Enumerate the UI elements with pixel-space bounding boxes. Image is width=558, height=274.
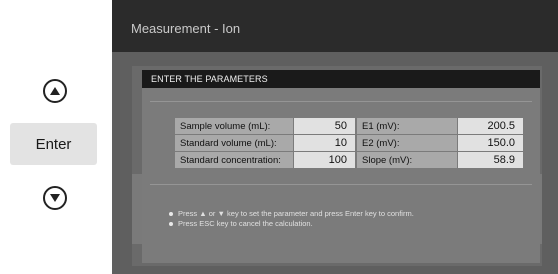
dialog-title: ENTER THE PARAMETERS — [151, 74, 268, 84]
param-value[interactable]: 100 — [294, 152, 355, 168]
param-label: Slope (mV): — [357, 152, 457, 168]
bullet-icon — [169, 211, 173, 216]
divider — [150, 184, 532, 185]
down-button[interactable] — [43, 186, 67, 210]
keypad: Enter — [0, 0, 112, 274]
param-value[interactable]: 10 — [294, 135, 355, 151]
param-label: Sample volume (mL): — [175, 118, 293, 134]
parameters-dialog: ENTER THE PARAMETERS Sample volume (mL):… — [142, 70, 540, 263]
instruction-text: Press ▲ or ▼ key to set the parameter an… — [178, 209, 414, 218]
param-label: E2 (mV): — [357, 135, 457, 151]
param-label: Standard volume (mL): — [175, 135, 293, 151]
param-value[interactable]: 150.0 — [458, 135, 523, 151]
param-label: E1 (mV): — [357, 118, 457, 134]
up-triangle-icon — [50, 87, 60, 95]
param-value[interactable]: 200.5 — [458, 118, 523, 134]
up-button[interactable] — [43, 79, 67, 103]
enter-button[interactable]: Enter — [10, 123, 97, 165]
param-value[interactable]: 50 — [294, 118, 355, 134]
dialog-header: ENTER THE PARAMETERS — [142, 70, 540, 88]
instrument-ui: Enter Measurement - Ion ENTER THE PARAME… — [0, 0, 558, 274]
instruction-text: Press ESC key to cancel the calculation. — [178, 219, 313, 228]
screen-title: Measurement - Ion — [131, 21, 241, 36]
down-triangle-icon — [50, 194, 60, 202]
param-value[interactable]: 58.9 — [458, 152, 523, 168]
divider — [150, 101, 532, 102]
instruction-note: Press ESC key to cancel the calculation. — [169, 219, 313, 228]
bullet-icon — [169, 221, 173, 226]
param-label: Standard concentration: — [175, 152, 293, 168]
instruction-note: Press ▲ or ▼ key to set the parameter an… — [169, 209, 414, 218]
instrument-screen: Measurement - Ion ENTER THE PARAMETERS S… — [112, 0, 558, 274]
screen-titlebar: Measurement - Ion — [112, 0, 558, 52]
